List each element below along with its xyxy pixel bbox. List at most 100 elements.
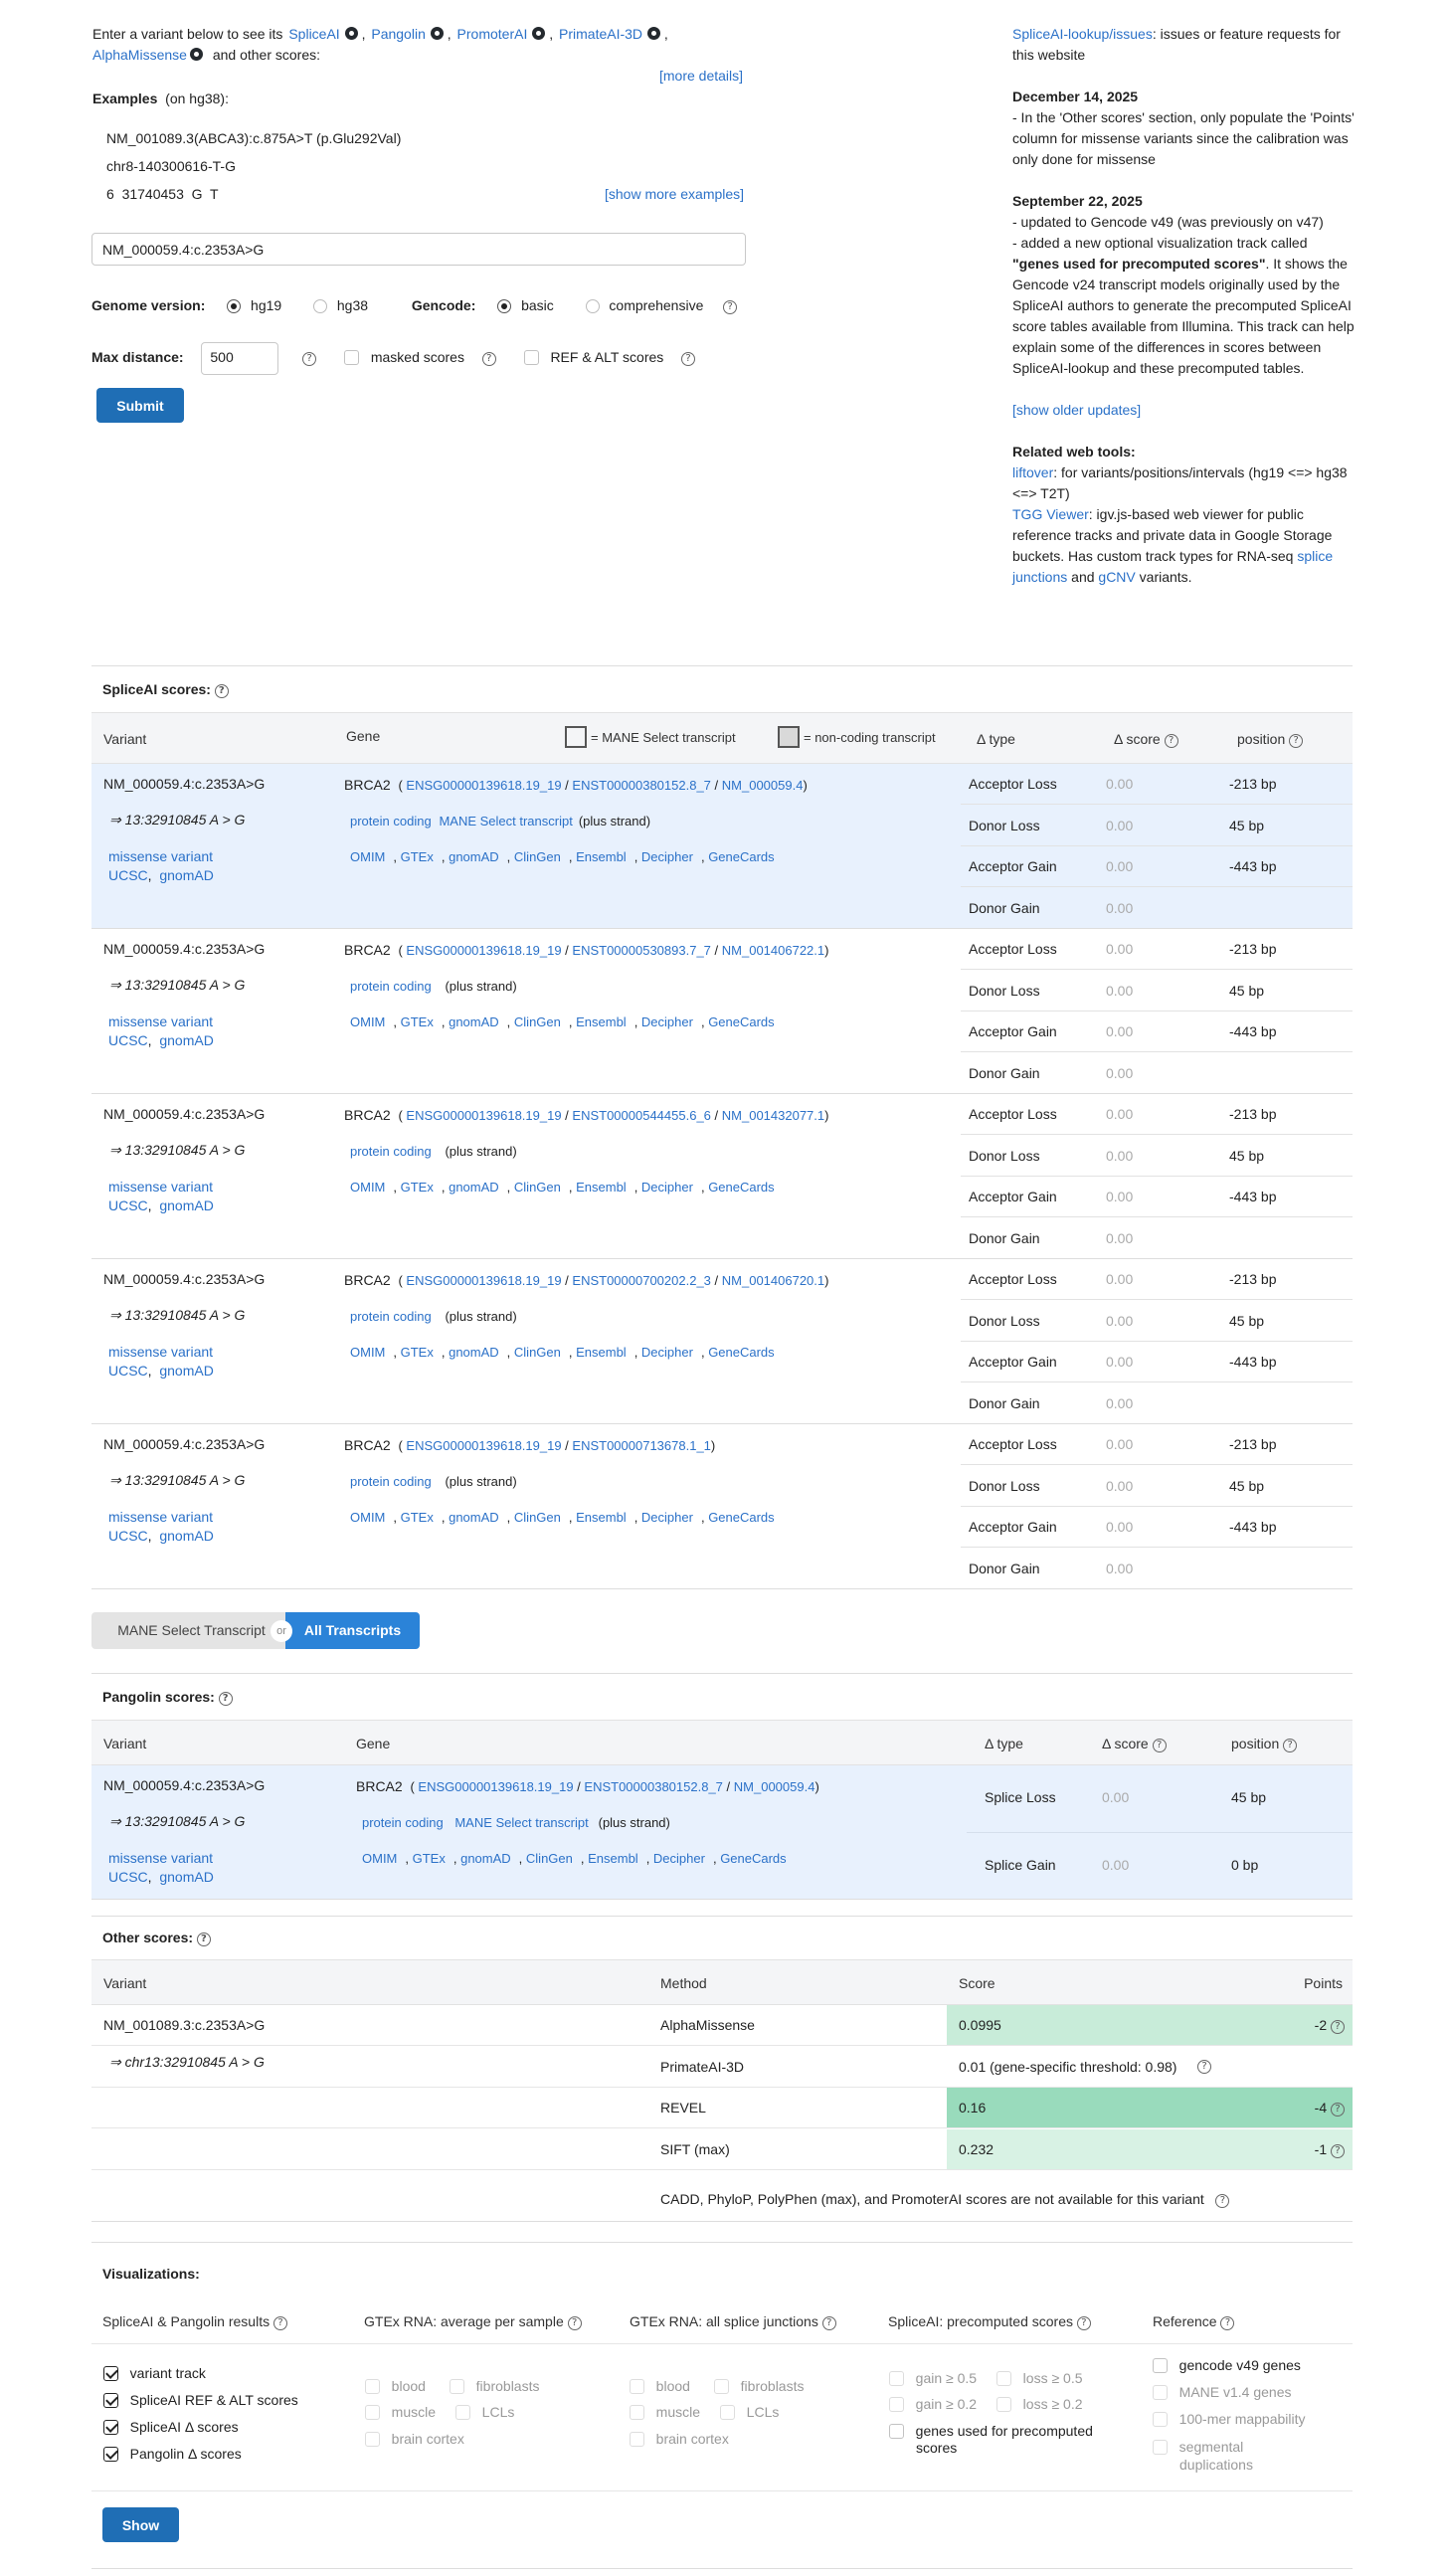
gtex-sj-fibroblasts-option[interactable]: fibroblasts <box>714 2378 804 2394</box>
clingen-link[interactable]: ClinGen <box>526 1851 573 1866</box>
spliceai-refalt-checkbox[interactable] <box>103 2393 118 2408</box>
gtex-sj-lcls-option[interactable]: LCLs <box>720 2404 779 2420</box>
hg19-radio[interactable] <box>227 299 242 313</box>
enst-link[interactable]: ENST00000544455.6_6 <box>572 1108 711 1123</box>
comprehensive-radio[interactable] <box>585 299 600 313</box>
biotype-tag[interactable]: protein coding <box>350 1144 432 1159</box>
example-item[interactable]: 6 31740453 G T <box>106 186 219 202</box>
ref-alt-scores-checkbox[interactable] <box>523 350 539 366</box>
gtex-sj-brain-option[interactable]: brain cortex <box>630 2431 729 2447</box>
missense-link[interactable]: missense variant <box>108 1509 213 1525</box>
liftover-link[interactable]: liftover <box>1012 464 1053 480</box>
masked-scores-checkbox[interactable] <box>343 350 359 366</box>
ucsc-link[interactable]: UCSC <box>108 1363 148 1379</box>
decipher-link[interactable]: Decipher <box>641 1510 693 1525</box>
omim-link[interactable]: OMIM <box>350 1510 385 1525</box>
gnomad-link[interactable]: gnomAD <box>159 1197 213 1213</box>
biotype-tag[interactable]: protein coding <box>350 1309 432 1324</box>
nm-link[interactable]: NM_001432077.1 <box>722 1108 824 1123</box>
gnomad-link[interactable]: gnomAD <box>449 1180 499 1195</box>
enst-link[interactable]: ENST00000700202.2_3 <box>572 1273 711 1288</box>
gnomad-link[interactable]: gnomAD <box>159 1869 213 1885</box>
help-icon[interactable]: ? <box>481 352 496 367</box>
decipher-link[interactable]: Decipher <box>641 849 693 864</box>
gtex-link[interactable]: GTEx <box>401 1345 434 1360</box>
help-icon[interactable]: ? <box>196 1932 211 1946</box>
help-icon[interactable]: ? <box>218 1692 233 1706</box>
promoterai-link[interactable]: PromoterAI <box>457 26 528 42</box>
biotype-tag[interactable]: protein coding <box>362 1815 444 1830</box>
gtex-link[interactable]: GTEx <box>401 1510 434 1525</box>
github-icon[interactable] <box>344 27 358 40</box>
omim-link[interactable]: OMIM <box>350 849 385 864</box>
clingen-link[interactable]: ClinGen <box>514 849 561 864</box>
gtex-sj-blood-option[interactable]: blood <box>630 2378 690 2394</box>
ensembl-link[interactable]: Ensembl <box>576 849 627 864</box>
help-icon[interactable]: ? <box>681 352 696 367</box>
missense-link[interactable]: missense variant <box>108 1013 213 1029</box>
clingen-link[interactable]: ClinGen <box>514 1014 561 1029</box>
gain-05-option[interactable]: gain ≥ 0.5 <box>889 2370 977 2386</box>
genecards-link[interactable]: GeneCards <box>708 1180 774 1195</box>
ensembl-link[interactable]: Ensembl <box>576 1180 627 1195</box>
enst-link[interactable]: ENST00000380152.8_7 <box>584 1779 723 1794</box>
clingen-link[interactable]: ClinGen <box>514 1510 561 1525</box>
max-distance-input[interactable]: 500 <box>201 342 279 375</box>
loss-02-option[interactable]: loss ≥ 0.2 <box>996 2396 1083 2412</box>
variant-track-option[interactable]: variant track <box>103 2365 206 2381</box>
gnomad-link[interactable]: gnomAD <box>449 1014 499 1029</box>
variant-input[interactable] <box>91 233 746 266</box>
all-transcripts-toggle[interactable]: All Transcripts <box>285 1612 420 1649</box>
genecards-link[interactable]: GeneCards <box>708 1014 774 1029</box>
ensembl-link[interactable]: Ensembl <box>576 1510 627 1525</box>
basic-radio[interactable] <box>497 299 512 313</box>
help-icon[interactable]: ? <box>1331 2020 1345 2034</box>
omim-link[interactable]: OMIM <box>362 1851 397 1866</box>
missense-link[interactable]: missense variant <box>108 1179 213 1195</box>
genecards-link[interactable]: GeneCards <box>720 1851 786 1866</box>
nm-link[interactable]: NM_000059.4 <box>722 778 804 793</box>
gnomad-link[interactable]: gnomAD <box>449 1345 499 1360</box>
submit-button[interactable]: Submit <box>96 388 184 423</box>
omim-link[interactable]: OMIM <box>350 1014 385 1029</box>
pangolin-delta-option[interactable]: Pangolin Δ scores <box>103 2446 242 2462</box>
show-more-examples-link[interactable]: [show more examples] <box>605 186 744 202</box>
decipher-link[interactable]: Decipher <box>641 1014 693 1029</box>
help-icon[interactable]: ? <box>1283 1739 1298 1752</box>
variant-track-checkbox[interactable] <box>103 2366 118 2381</box>
decipher-link[interactable]: Decipher <box>641 1180 693 1195</box>
gcnv-link[interactable]: gCNV <box>1098 569 1135 585</box>
gain-02-option[interactable]: gain ≥ 0.2 <box>889 2396 977 2412</box>
pangolin-delta-checkbox[interactable] <box>103 2447 118 2462</box>
missense-link[interactable]: missense variant <box>108 848 213 864</box>
omim-link[interactable]: OMIM <box>350 1345 385 1360</box>
gnomad-link[interactable]: gnomAD <box>449 849 499 864</box>
genes-precomputed-option[interactable]: genes used for precomputed scores <box>889 2423 1093 2457</box>
pangolin-link[interactable]: Pangolin <box>371 26 426 42</box>
ucsc-link[interactable]: UCSC <box>108 1869 148 1885</box>
help-icon[interactable]: ? <box>1220 2316 1235 2330</box>
github-icon[interactable] <box>532 27 546 40</box>
github-icon[interactable] <box>430 27 444 40</box>
gnomad-link[interactable]: gnomAD <box>159 1363 213 1379</box>
help-icon[interactable]: ? <box>1289 734 1304 748</box>
ucsc-link[interactable]: UCSC <box>108 1032 148 1048</box>
help-icon[interactable]: ? <box>302 352 317 367</box>
gtex-link[interactable]: GTEx <box>413 1851 446 1866</box>
mappability-option[interactable]: 100-mer mappability <box>1153 2411 1306 2427</box>
mane-tag[interactable]: MANE Select transcript <box>439 814 572 828</box>
ensg-link[interactable]: ENSG00000139618.19_19 <box>406 1108 561 1123</box>
help-icon[interactable]: ? <box>214 684 229 698</box>
ucsc-link[interactable]: UCSC <box>108 1528 148 1544</box>
genecards-link[interactable]: GeneCards <box>708 1345 774 1360</box>
help-icon[interactable]: ? <box>1331 2143 1345 2158</box>
ucsc-link[interactable]: UCSC <box>108 1197 148 1213</box>
spliceai-refalt-option[interactable]: SpliceAI REF & ALT scores <box>103 2392 298 2408</box>
nm-link[interactable]: NM_000059.4 <box>734 1779 815 1794</box>
example-item[interactable]: chr8-140300616-T-G <box>106 158 236 174</box>
omim-link[interactable]: OMIM <box>350 1180 385 1195</box>
spliceai-link[interactable]: SpliceAI <box>288 26 339 42</box>
ucsc-link[interactable]: UCSC <box>108 867 148 883</box>
spliceai-delta-checkbox[interactable] <box>103 2420 118 2435</box>
help-icon[interactable]: ? <box>1331 2103 1345 2116</box>
